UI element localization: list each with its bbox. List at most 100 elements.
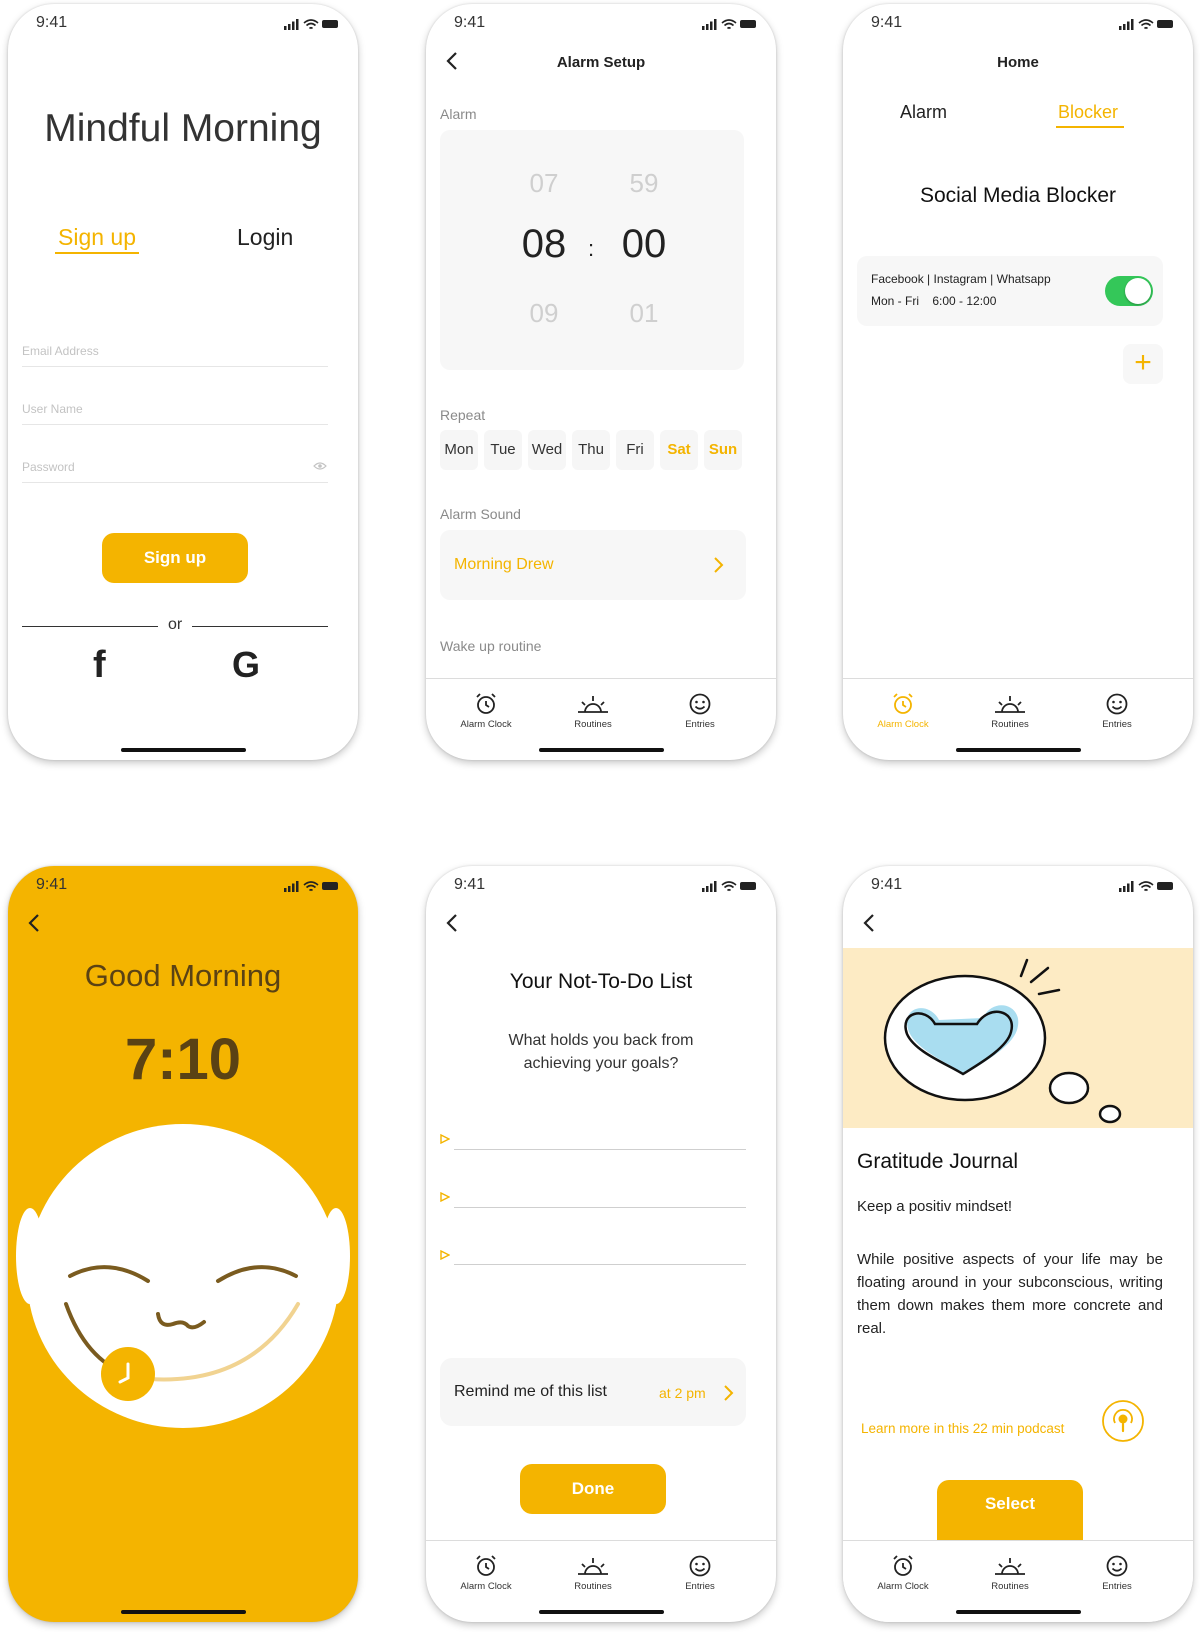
password-field[interactable]: Password (22, 460, 75, 474)
good-morning-screen: 9:41 Good Morning 7:10 (8, 866, 358, 1622)
tab-alarm-clock[interactable]: Alarm Clock (441, 1554, 531, 1592)
tab-alarm[interactable]: Alarm (900, 102, 947, 123)
facebook-icon[interactable]: f (93, 644, 106, 687)
tab-routines[interactable]: Routines (965, 1554, 1055, 1592)
tab-alarm-clock[interactable]: Alarm Clock (441, 692, 531, 730)
home-indicator (539, 1610, 664, 1614)
tab-alarm-clock[interactable]: Alarm Clock (858, 692, 948, 730)
status-icons (1119, 881, 1173, 892)
signup-button[interactable]: Sign up (102, 533, 248, 583)
tab-entries-label: Entries (685, 1581, 715, 1592)
wakeup-routine-label: Wake up routine (440, 638, 542, 654)
tab-alarm-clock[interactable]: Alarm Clock (858, 1554, 948, 1592)
sunrise-icon (995, 696, 1025, 713)
alarm-clock-icon (476, 1555, 496, 1576)
day-fri[interactable]: Fri (616, 430, 654, 470)
status-icons (702, 881, 756, 892)
back-arrow-icon[interactable] (442, 912, 464, 934)
tab-alarm-clock-label: Alarm Clock (460, 1581, 512, 1592)
sunrise-icon (995, 1558, 1025, 1575)
tab-entries[interactable]: Entries (655, 692, 745, 730)
tabbar-divider (426, 1540, 776, 1541)
status-time: 9:41 (871, 876, 903, 893)
tab-signup-underline (55, 252, 139, 254)
remind-label: Remind me of this list (454, 1383, 607, 1400)
minute-prev: 59 (629, 168, 659, 198)
home-indicator (956, 748, 1081, 752)
day-wed[interactable]: Wed (528, 430, 566, 470)
journal-title: Gratitude Journal (857, 1150, 1019, 1173)
podcast-icon[interactable] (1101, 1399, 1145, 1443)
or-divider-right (192, 626, 328, 627)
greeting: Good Morning (84, 958, 282, 993)
tab-signup[interactable]: Sign up (58, 224, 136, 251)
todo-item-input[interactable] (454, 1264, 746, 1265)
subtitle-line-2: achieving your goals? (523, 1055, 679, 1072)
day-sat[interactable]: Sat (660, 430, 698, 470)
alarm-setup-screen: 9:41 Alarm Setup Alarm 07 59 08 : 00 09 … (426, 4, 776, 760)
username-field[interactable]: User Name (22, 402, 83, 416)
signup-screen: 9:41 Mindful Morning Sign up Login Email… (8, 4, 358, 760)
tab-entries[interactable]: Entries (1072, 692, 1162, 730)
back-arrow-icon[interactable] (859, 912, 881, 934)
tab-routines[interactable]: Routines (548, 1554, 638, 1592)
tab-alarm-clock-label: Alarm Clock (877, 719, 929, 730)
minute-next: 01 (629, 298, 659, 328)
smiley-icon (1106, 1555, 1128, 1577)
minute-value[interactable]: 00 (604, 222, 684, 267)
tab-routines[interactable]: Routines (548, 692, 638, 730)
blocker-toggle[interactable] (1105, 276, 1153, 306)
toggle-knob (1125, 278, 1151, 304)
email-field[interactable]: Email Address (22, 344, 99, 358)
tab-entries-label: Entries (1102, 1581, 1132, 1592)
back-arrow-icon[interactable] (24, 912, 46, 934)
todo-item-input[interactable] (454, 1149, 746, 1150)
page-title: Home (997, 54, 1039, 71)
day-mon[interactable]: Mon (440, 430, 478, 470)
not-todo-screen: 9:41 Your Not-To-Do List What holds you … (426, 866, 776, 1622)
day-thu[interactable]: Thu (572, 430, 610, 470)
todo-item-input[interactable] (454, 1207, 746, 1208)
subtitle-line-1: What holds you back from (508, 1032, 694, 1049)
page-title: Alarm Setup (556, 54, 646, 71)
tab-login[interactable]: Login (237, 224, 293, 251)
sunrise-icon (578, 696, 608, 713)
alarm-sound-value: Morning Drew (454, 556, 554, 573)
tab-routines[interactable]: Routines (965, 692, 1055, 730)
bullet-arrow-icon (440, 1250, 450, 1260)
tab-blocker[interactable]: Blocker (1058, 102, 1118, 123)
tab-routines-label: Routines (574, 719, 612, 730)
eye-icon[interactable] (313, 461, 327, 471)
username-underline (22, 424, 328, 425)
tab-entries[interactable]: Entries (1072, 1554, 1162, 1592)
status-time: 9:41 (36, 14, 68, 31)
blocker-schedule: Mon - Fri 6:00 - 12:00 (871, 294, 997, 308)
bullet-arrow-icon (440, 1134, 450, 1144)
select-button[interactable]: Select (937, 1480, 1083, 1540)
google-icon[interactable]: G (232, 644, 260, 686)
hour-value[interactable]: 08 (504, 222, 584, 267)
podcast-link[interactable]: Learn more in this 22 min podcast (861, 1421, 1064, 1436)
blocker-apps: Facebook | Instagram | Whatsapp (871, 272, 1051, 286)
status-time: 9:41 (871, 14, 903, 31)
bullet-arrow-icon (440, 1192, 450, 1202)
add-blocker-button[interactable]: + (1123, 344, 1163, 384)
day-tue[interactable]: Tue (484, 430, 522, 470)
tab-entries[interactable]: Entries (655, 1554, 745, 1592)
or-divider-left (22, 626, 158, 627)
chevron-right-icon (724, 1385, 734, 1401)
smiley-icon (1106, 693, 1128, 715)
alarm-clock-icon (476, 693, 496, 714)
section-title: Social Media Blocker (919, 184, 1117, 207)
status-time: 9:41 (454, 14, 486, 31)
home-indicator (121, 748, 246, 752)
done-button[interactable]: Done (520, 1464, 666, 1514)
journal-body: While positive aspects of your life may … (857, 1251, 1163, 1337)
status-icons (702, 19, 756, 30)
day-sun[interactable]: Sun (704, 430, 742, 470)
status-time: 9:41 (454, 876, 486, 893)
gratitude-journal-screen: 9:41 Gratitude Journal Keep a positiv mi… (843, 866, 1193, 1622)
home-screen: 9:41 Home Alarm Blocker Social Media Blo… (843, 4, 1193, 760)
tab-routines-label: Routines (991, 719, 1029, 730)
home-indicator (956, 1610, 1081, 1614)
